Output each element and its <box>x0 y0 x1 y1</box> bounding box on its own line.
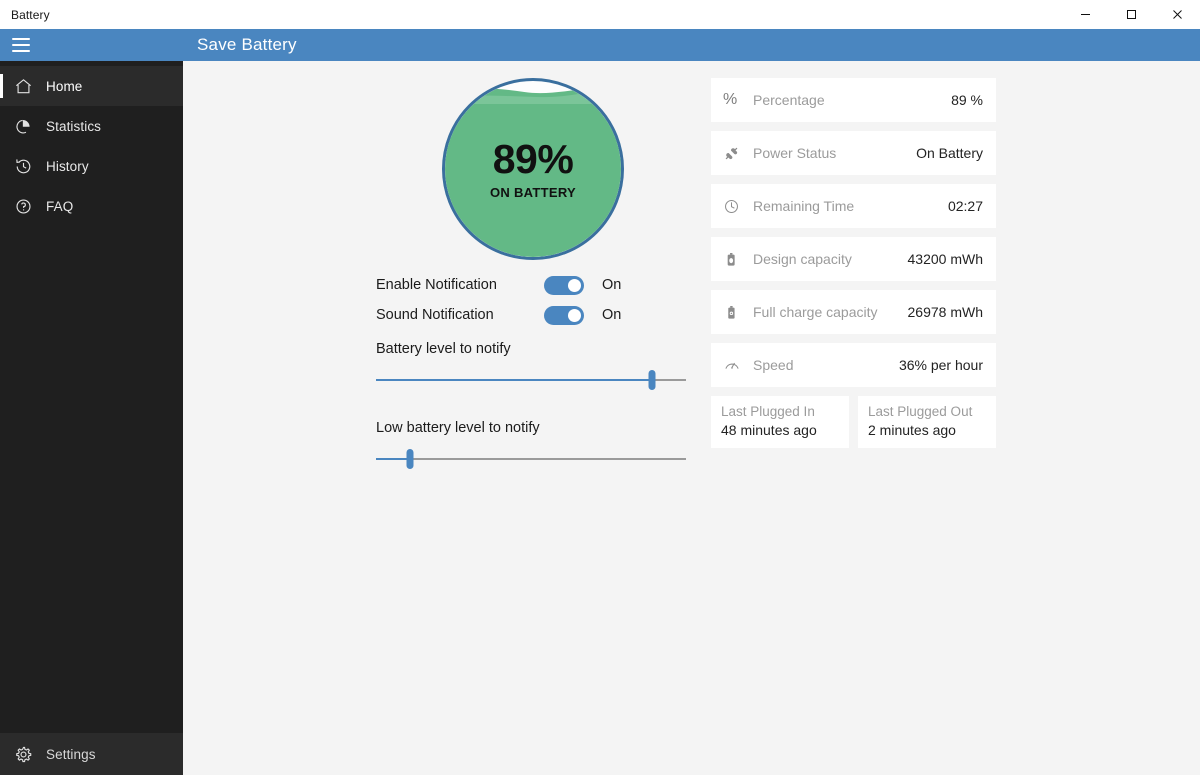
card-title: Last Plugged In <box>721 403 849 421</box>
slider-thumb[interactable] <box>648 370 655 390</box>
stat-value: 26978 mWh <box>908 304 983 320</box>
stat-value: 36% per hour <box>899 357 983 373</box>
stat-label: Remaining Time <box>753 198 948 214</box>
battery-gauge-circle: 89% ON BATTERY <box>442 78 624 260</box>
sound-notification-label: Sound Notification <box>376 307 544 323</box>
stat-row-power-status: Power Status On Battery <box>711 131 996 175</box>
main-content: 89% ON BATTERY Enable Notification On So… <box>183 61 1200 775</box>
battery-level-slider-label: Battery level to notify <box>376 341 696 357</box>
sound-notification-toggle[interactable] <box>544 306 584 325</box>
low-battery-level-slider-label: Low battery level to notify <box>376 420 696 436</box>
sidebar-item-statistics[interactable]: Statistics <box>0 106 183 146</box>
stat-row-design-capacity: Design capacity 43200 mWh <box>711 237 996 281</box>
app-header: Save Battery <box>0 29 1200 61</box>
notification-settings: Enable Notification On Sound Notificatio… <box>376 270 696 466</box>
sidebar-item-home[interactable]: Home <box>0 66 183 106</box>
stat-value: 89 % <box>951 92 983 108</box>
stat-label: Full charge capacity <box>753 304 908 320</box>
sidebar: Home Statistics <box>0 61 183 775</box>
hamburger-menu-icon[interactable] <box>0 29 42 61</box>
enable-notification-row: Enable Notification On <box>376 270 696 300</box>
history-clock-icon <box>0 157 46 176</box>
stat-label: Percentage <box>753 92 951 108</box>
stat-label: Design capacity <box>753 251 908 267</box>
percent-icon: % <box>723 92 753 108</box>
sidebar-item-label: FAQ <box>46 199 73 214</box>
low-battery-level-slider[interactable] <box>376 452 686 466</box>
stat-value: 02:27 <box>948 198 983 214</box>
sound-notification-row: Sound Notification On <box>376 300 696 330</box>
slider-thumb[interactable] <box>407 449 414 469</box>
slider-fill <box>376 379 652 381</box>
sidebar-item-label: Settings <box>46 747 96 762</box>
last-plugged-in-card: Last Plugged In 48 minutes ago <box>711 396 849 448</box>
battery-level-slider[interactable] <box>376 373 686 387</box>
battery-icon <box>723 251 753 268</box>
plug-history-cards: Last Plugged In 48 minutes ago Last Plug… <box>711 396 996 448</box>
page-title: Save Battery <box>197 35 297 55</box>
battery-status-text: ON BATTERY <box>490 185 576 200</box>
power-plug-icon <box>723 145 753 162</box>
battery-gauge: 89% ON BATTERY <box>442 78 624 260</box>
card-title: Last Plugged Out <box>868 403 996 421</box>
sidebar-item-settings[interactable]: Settings <box>0 733 183 775</box>
gear-icon <box>0 745 46 764</box>
battery-stats-panel: % Percentage 89 % Power Status On Batter… <box>711 78 996 448</box>
enable-notification-label: Enable Notification <box>376 277 544 293</box>
minimize-button[interactable] <box>1062 0 1108 29</box>
maximize-button[interactable] <box>1108 0 1154 29</box>
sidebar-item-history[interactable]: History <box>0 146 183 186</box>
title-bar: Battery <box>0 0 1200 30</box>
enable-notification-state: On <box>602 277 621 293</box>
stat-label: Power Status <box>753 145 916 161</box>
stat-label: Speed <box>753 357 899 373</box>
speedometer-icon <box>723 356 753 374</box>
window-controls <box>1062 0 1200 29</box>
question-circle-icon <box>0 197 46 216</box>
app-window: Battery Save Battery <box>0 0 1200 775</box>
stat-value: On Battery <box>916 145 983 161</box>
battery-charge-icon <box>723 304 753 321</box>
sidebar-nav: Home Statistics <box>0 61 183 226</box>
stat-value: 43200 mWh <box>908 251 983 267</box>
pie-chart-icon <box>0 117 46 136</box>
clock-icon <box>723 198 753 215</box>
battery-gauge-readout: 89% ON BATTERY <box>445 81 621 257</box>
sidebar-item-label: Statistics <box>46 119 101 134</box>
stat-row-speed: Speed 36% per hour <box>711 343 996 387</box>
home-icon <box>0 77 46 96</box>
battery-percentage-text: 89% <box>493 139 574 180</box>
card-value: 48 minutes ago <box>721 421 849 441</box>
slider-track <box>376 458 686 460</box>
last-plugged-out-card: Last Plugged Out 2 minutes ago <box>858 396 996 448</box>
window-title: Battery <box>11 8 50 22</box>
sound-notification-state: On <box>602 307 621 323</box>
sidebar-item-label: Home <box>46 79 82 94</box>
stat-row-percentage: % Percentage 89 % <box>711 78 996 122</box>
close-button[interactable] <box>1154 0 1200 29</box>
card-value: 2 minutes ago <box>868 421 996 441</box>
sidebar-spacer <box>0 226 183 733</box>
sidebar-item-label: History <box>46 159 89 174</box>
sidebar-item-faq[interactable]: FAQ <box>0 186 183 226</box>
enable-notification-toggle[interactable] <box>544 276 584 295</box>
slider-fill <box>376 458 410 460</box>
stat-row-full-charge-capacity: Full charge capacity 26978 mWh <box>711 290 996 334</box>
stat-row-remaining-time: Remaining Time 02:27 <box>711 184 996 228</box>
